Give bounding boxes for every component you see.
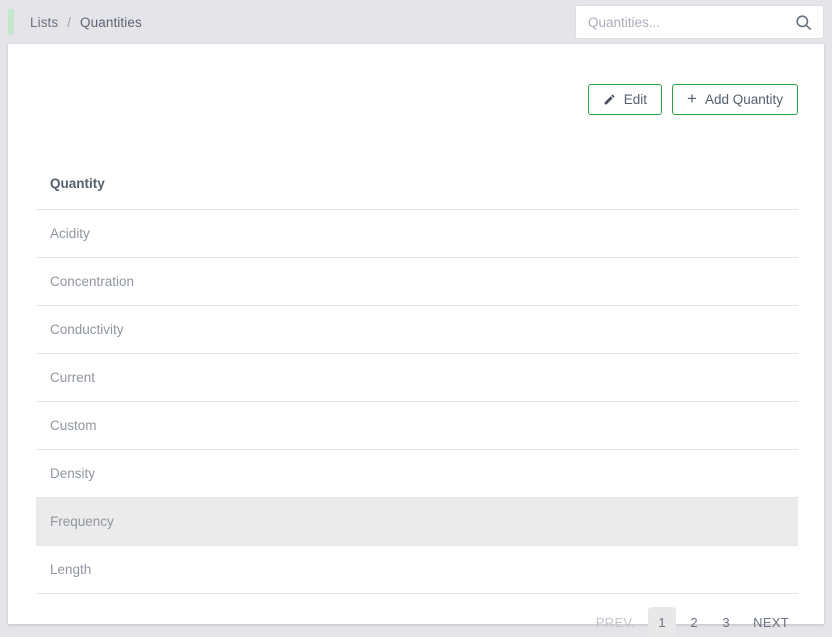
table-header-quantity: Quantity [36,158,798,210]
edit-button[interactable]: Edit [588,84,662,115]
accent-bar [8,9,14,35]
pagination-page-3[interactable]: 3 [712,607,740,637]
pagination-pages: 123 [648,607,740,637]
pagination: PREV. 123 NEXT [587,607,798,637]
table-row[interactable]: Custom [36,402,798,450]
search-icon[interactable] [794,13,813,32]
add-quantity-button[interactable]: + Add Quantity [672,84,798,115]
table-row[interactable]: Current [36,354,798,402]
table-row[interactable]: Conductivity [36,306,798,354]
table-row[interactable]: Frequency [36,498,798,546]
breadcrumb-link-lists[interactable]: Lists [30,15,58,30]
table-row[interactable]: Length [36,546,798,594]
table-row[interactable]: Acidity [36,210,798,258]
action-buttons: Edit + Add Quantity [588,84,798,115]
breadcrumb: Lists / Quantities [0,0,142,44]
content-card: Edit + Add Quantity Quantity AcidityConc… [8,44,824,624]
pagination-page-1[interactable]: 1 [648,607,676,637]
edit-button-label: Edit [624,92,647,107]
quantities-table: Quantity AcidityConcentrationConductivit… [36,158,798,594]
breadcrumb-separator: / [67,15,71,30]
search-input[interactable] [588,15,794,30]
search-box[interactable] [575,5,824,39]
pagination-prev[interactable]: PREV. [587,607,644,637]
pagination-next[interactable]: NEXT [744,607,798,637]
breadcrumb-current-quantities: Quantities [80,15,142,30]
add-quantity-button-label: Add Quantity [705,92,783,107]
plus-icon: + [687,90,697,107]
table-body: AcidityConcentrationConductivityCurrentC… [36,210,798,594]
table-row[interactable]: Concentration [36,258,798,306]
pagination-page-2[interactable]: 2 [680,607,708,637]
pencil-icon [603,93,616,106]
table-row[interactable]: Density [36,450,798,498]
